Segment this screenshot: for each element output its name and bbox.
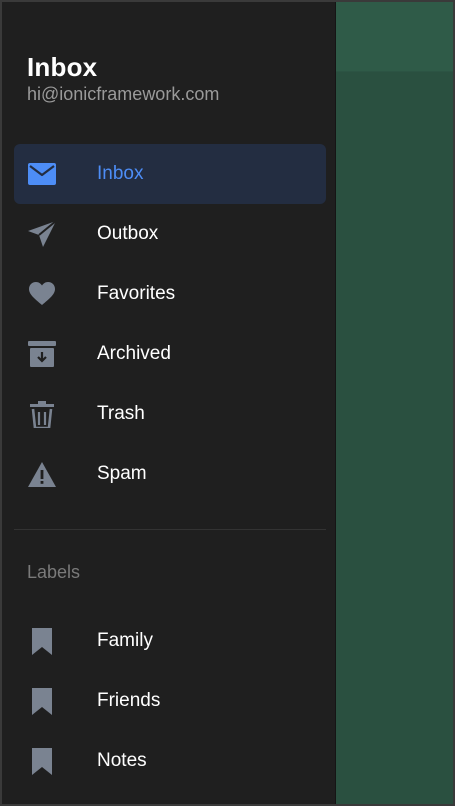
label-item-label: Notes [97, 750, 147, 771]
label-item-friends[interactable]: Friends [14, 671, 326, 731]
side-menu: Inbox hi@ionicframework.com Inbox Outbox… [2, 2, 336, 804]
menu-item-archived[interactable]: Archived [14, 324, 326, 384]
warning-icon [27, 460, 57, 488]
label-item-family[interactable]: Family [14, 611, 326, 671]
labels-list: Family Friends Notes [14, 611, 326, 791]
menu-item-label: Spam [97, 463, 147, 484]
paper-plane-icon [27, 220, 57, 248]
bookmark-icon [27, 747, 57, 775]
menu-item-outbox[interactable]: Outbox [14, 204, 326, 264]
menu-header: Inbox hi@ionicframework.com [27, 52, 219, 105]
menu-item-label: Trash [97, 403, 145, 424]
menu-item-label: Favorites [97, 283, 176, 304]
menu-divider [14, 529, 326, 530]
label-item-label: Family [97, 630, 153, 651]
menu-item-inbox[interactable]: Inbox [14, 144, 326, 204]
menu-title: Inbox [27, 52, 98, 82]
bookmark-icon [27, 627, 57, 655]
menu-item-label: Archived [97, 343, 171, 364]
menu-item-trash[interactable]: Trash [14, 384, 326, 444]
bookmark-icon [27, 687, 57, 715]
menu-item-label: Inbox [97, 163, 144, 184]
archive-icon [27, 340, 57, 368]
labels-heading: Labels [27, 562, 81, 582]
menu-list: Inbox Outbox Favorites Archived Trash Sp… [14, 144, 326, 504]
app-frame: Inbox hi@ionicframework.com Inbox Outbox… [0, 0, 455, 806]
menu-item-favorites[interactable]: Favorites [14, 264, 326, 324]
label-item-notes[interactable]: Notes [14, 731, 326, 791]
menu-subtitle-email: hi@ionicframework.com [27, 84, 220, 104]
menu-item-spam[interactable]: Spam [14, 444, 326, 504]
heart-icon [27, 280, 57, 308]
menu-item-label: Outbox [97, 223, 159, 244]
label-item-label: Friends [97, 690, 161, 711]
trash-icon [27, 400, 57, 428]
mail-icon [27, 160, 57, 188]
